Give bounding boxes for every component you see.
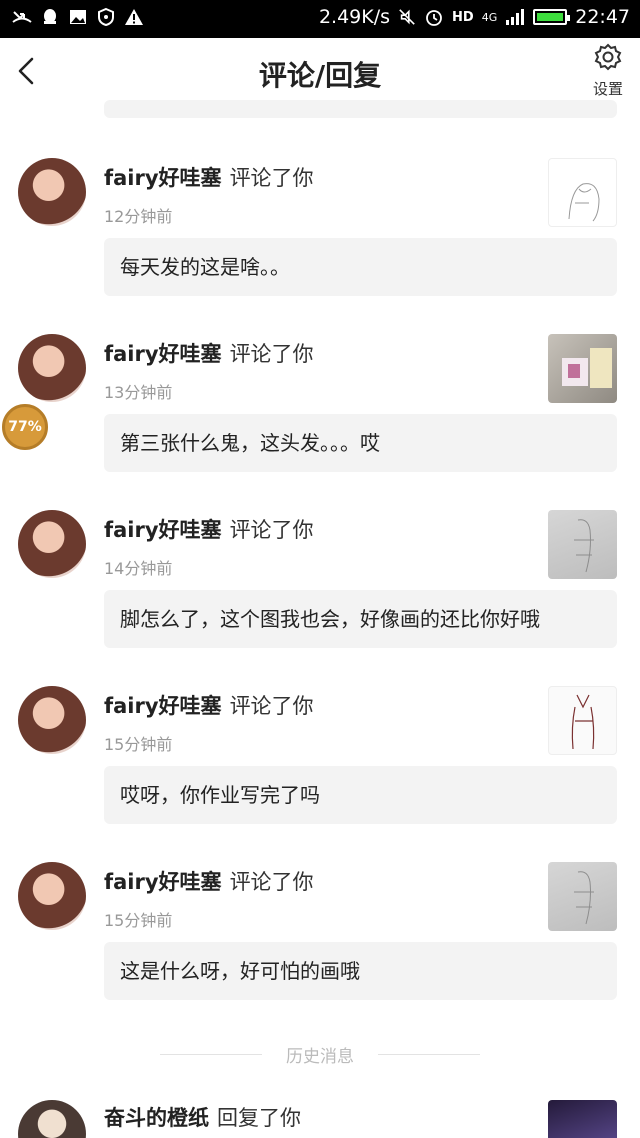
image-icon	[70, 10, 86, 24]
divider-line	[378, 1053, 480, 1055]
commenter-name[interactable]: fairy好哇塞	[104, 870, 222, 894]
comment-text[interactable]: 第三张什么鬼，这头发。。。哎	[104, 414, 617, 472]
commenter-name[interactable]: fairy好哇塞	[104, 694, 222, 718]
comment-time: 15分钟前	[104, 735, 173, 754]
battery-icon	[533, 9, 571, 25]
comment-item[interactable]: fairy好哇塞 评论了你 13分钟前 第三张什么鬼，这头发。。。哎	[0, 324, 640, 500]
status-bar: 2.49K/s HD 4G 22:47	[0, 0, 640, 38]
divider-line	[160, 1053, 262, 1055]
comment-text[interactable]: 脚怎么了，这个图我也会，好像画的还比你好哦	[104, 590, 617, 648]
comment-time: 15分钟前	[104, 911, 173, 930]
header: 评论/回复 设置	[0, 38, 640, 108]
commenter-name[interactable]: fairy好哇塞	[104, 166, 222, 190]
settings-label: 设置	[592, 80, 623, 98]
comment-time: 14分钟前	[104, 559, 173, 578]
post-thumbnail[interactable]	[548, 158, 617, 227]
shield-icon	[98, 7, 114, 27]
comment-action: 评论了你	[229, 342, 314, 366]
network-speed: 2.49K/s	[318, 6, 391, 28]
comment-item[interactable]: fairy好哇塞 评论了你 14分钟前 脚怎么了，这个图我也会，好像画的还比你好哦	[0, 500, 640, 676]
post-thumbnail[interactable]	[548, 334, 617, 403]
history-label: 历史消息	[286, 1046, 354, 1067]
comment-time: 13分钟前	[104, 383, 173, 402]
comment-time: 12分钟前	[104, 207, 173, 226]
settings-button[interactable]: 设置	[588, 42, 628, 99]
gear-icon	[594, 43, 622, 71]
floating-memory-badge[interactable]: 77%	[2, 404, 48, 450]
post-thumbnail[interactable]	[548, 862, 617, 931]
avatar[interactable]	[18, 510, 86, 578]
comment-item[interactable]: fairy好哇塞 评论了你 15分钟前 这是什么呀，好可怕的画哦	[0, 852, 640, 1028]
avatar[interactable]	[18, 686, 86, 754]
comment-list: fairy好哇塞 评论了你 12分钟前 每天发的这是啥。。 fairy好哇塞 评论了…	[0, 148, 640, 1028]
hd-label: HD	[452, 9, 474, 25]
avatar[interactable]	[18, 862, 86, 930]
post-thumbnail[interactable]	[548, 510, 617, 579]
comment-action: 评论了你	[229, 518, 314, 542]
comment-text[interactable]: 每天发的这是啥。。	[104, 238, 617, 296]
page-title: 评论/回复	[258, 59, 382, 92]
comment-text[interactable]: 哎呀，你作业写完了吗	[104, 766, 617, 824]
clock: 22:47	[575, 6, 630, 28]
comment-text[interactable]: 这是什么呀，好可怕的画哦	[104, 942, 617, 1000]
missed-call-icon	[12, 11, 32, 23]
commenter-name[interactable]: fairy好哇塞	[104, 518, 222, 542]
warning-icon	[125, 9, 143, 25]
mute-icon	[399, 9, 415, 25]
avatar[interactable]	[18, 334, 86, 402]
history-divider: 历史消息	[160, 1040, 480, 1068]
replier-name[interactable]: 奋斗的橙纸	[104, 1106, 209, 1130]
comment-item[interactable]: fairy好哇塞 评论了你 15分钟前 哎呀，你作业写完了吗	[0, 676, 640, 852]
commenter-name[interactable]: fairy好哇塞	[104, 342, 222, 366]
network-type: 4G	[481, 10, 498, 24]
reply-item[interactable]: 奋斗的橙纸 回复了你	[0, 1090, 640, 1138]
comment-action: 评论了你	[229, 870, 314, 894]
avatar[interactable]	[18, 1100, 86, 1138]
comment-action: 评论了你	[229, 166, 314, 190]
comment-item[interactable]: fairy好哇塞 评论了你 12分钟前 每天发的这是啥。。	[0, 148, 640, 324]
signal-icon	[506, 9, 525, 25]
post-thumbnail[interactable]	[548, 686, 617, 755]
previous-comment-bubble	[104, 100, 617, 118]
reply-action: 回复了你	[217, 1106, 301, 1130]
alarm-icon	[426, 10, 442, 26]
post-thumbnail[interactable]	[548, 1100, 617, 1138]
qq-icon	[44, 9, 56, 24]
avatar[interactable]	[18, 158, 86, 226]
comment-action: 评论了你	[229, 694, 314, 718]
